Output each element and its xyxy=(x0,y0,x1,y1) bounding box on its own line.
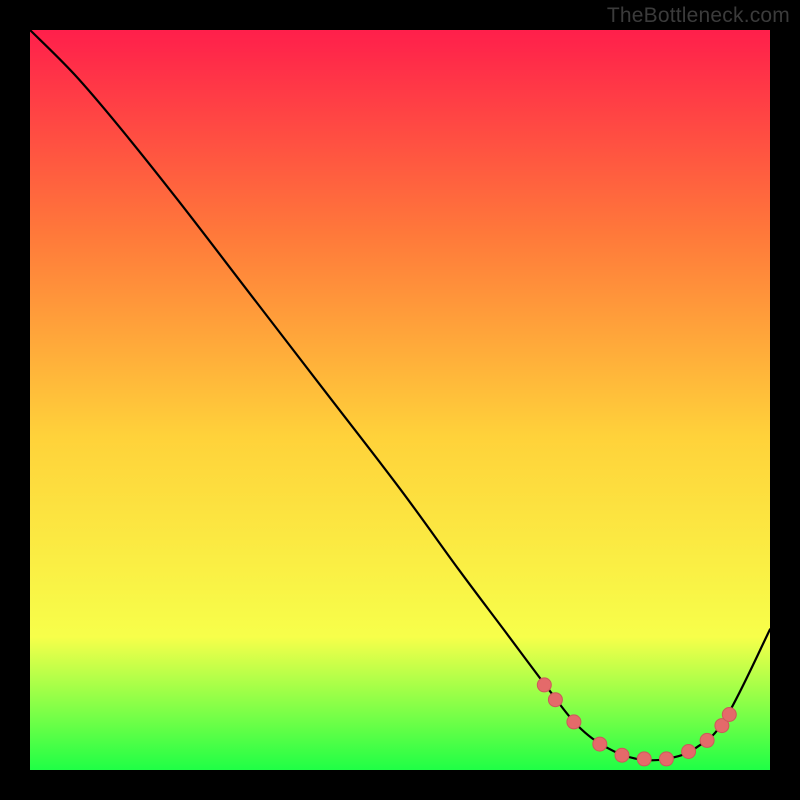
highlight-dot xyxy=(537,678,551,692)
highlight-dot xyxy=(722,708,736,722)
chart-plot-area xyxy=(30,30,770,770)
highlight-dot xyxy=(637,752,651,766)
chart-svg xyxy=(30,30,770,770)
highlight-dot xyxy=(700,733,714,747)
highlight-dot xyxy=(615,748,629,762)
gradient-background xyxy=(30,30,770,770)
highlight-dot xyxy=(593,737,607,751)
highlight-dot xyxy=(659,752,673,766)
highlight-dot xyxy=(682,745,696,759)
watermark-text: TheBottleneck.com xyxy=(607,4,790,28)
highlight-dot xyxy=(548,693,562,707)
highlight-dot xyxy=(567,715,581,729)
chart-stage: TheBottleneck.com xyxy=(0,0,800,800)
